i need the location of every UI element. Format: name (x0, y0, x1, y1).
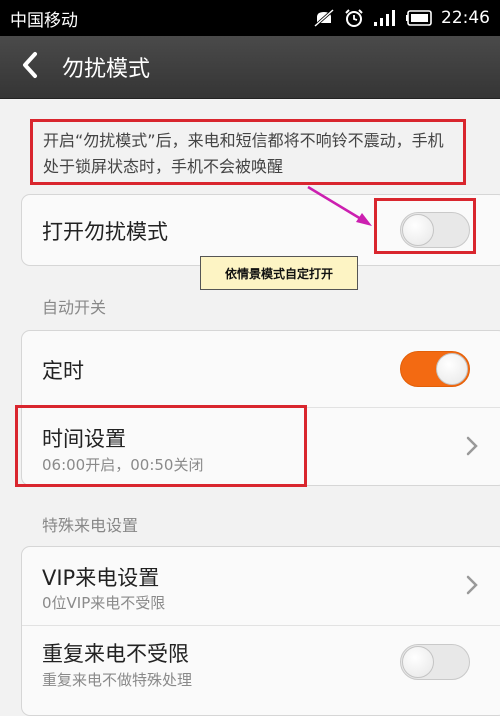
section-heading-auto: 自动开关 (42, 298, 107, 317)
vip-row[interactable]: VIP来电设置 0位VIP来电不受限 (22, 547, 500, 625)
timer-row[interactable]: 定时 (22, 331, 500, 407)
repeat-call-label: 重复来电不受限 (42, 642, 189, 666)
toggle-knob (402, 646, 434, 678)
special-card: VIP来电设置 0位VIP来电不受限 重复来电不受限 重复来电不做特殊处理 (21, 546, 500, 716)
repeat-call-row[interactable]: 重复来电不受限 重复来电不做特殊处理 (22, 625, 500, 715)
toggle-knob (436, 353, 468, 385)
repeat-call-toggle-switch[interactable] (400, 644, 470, 680)
annotation-callout: 依情景模式自定打开 (200, 256, 358, 290)
timer-label: 定时 (42, 359, 84, 383)
chevron-right-icon (466, 436, 478, 460)
time-setting-highlight-box (15, 405, 307, 487)
chevron-right-icon (466, 575, 478, 599)
timer-toggle-switch[interactable] (400, 351, 470, 387)
repeat-call-sub: 重复来电不做特殊处理 (42, 671, 193, 689)
vip-sub: 0位VIP来电不受限 (42, 594, 166, 612)
section-heading-special: 特殊来电设置 (42, 516, 139, 535)
vip-label: VIP来电设置 (42, 566, 160, 590)
